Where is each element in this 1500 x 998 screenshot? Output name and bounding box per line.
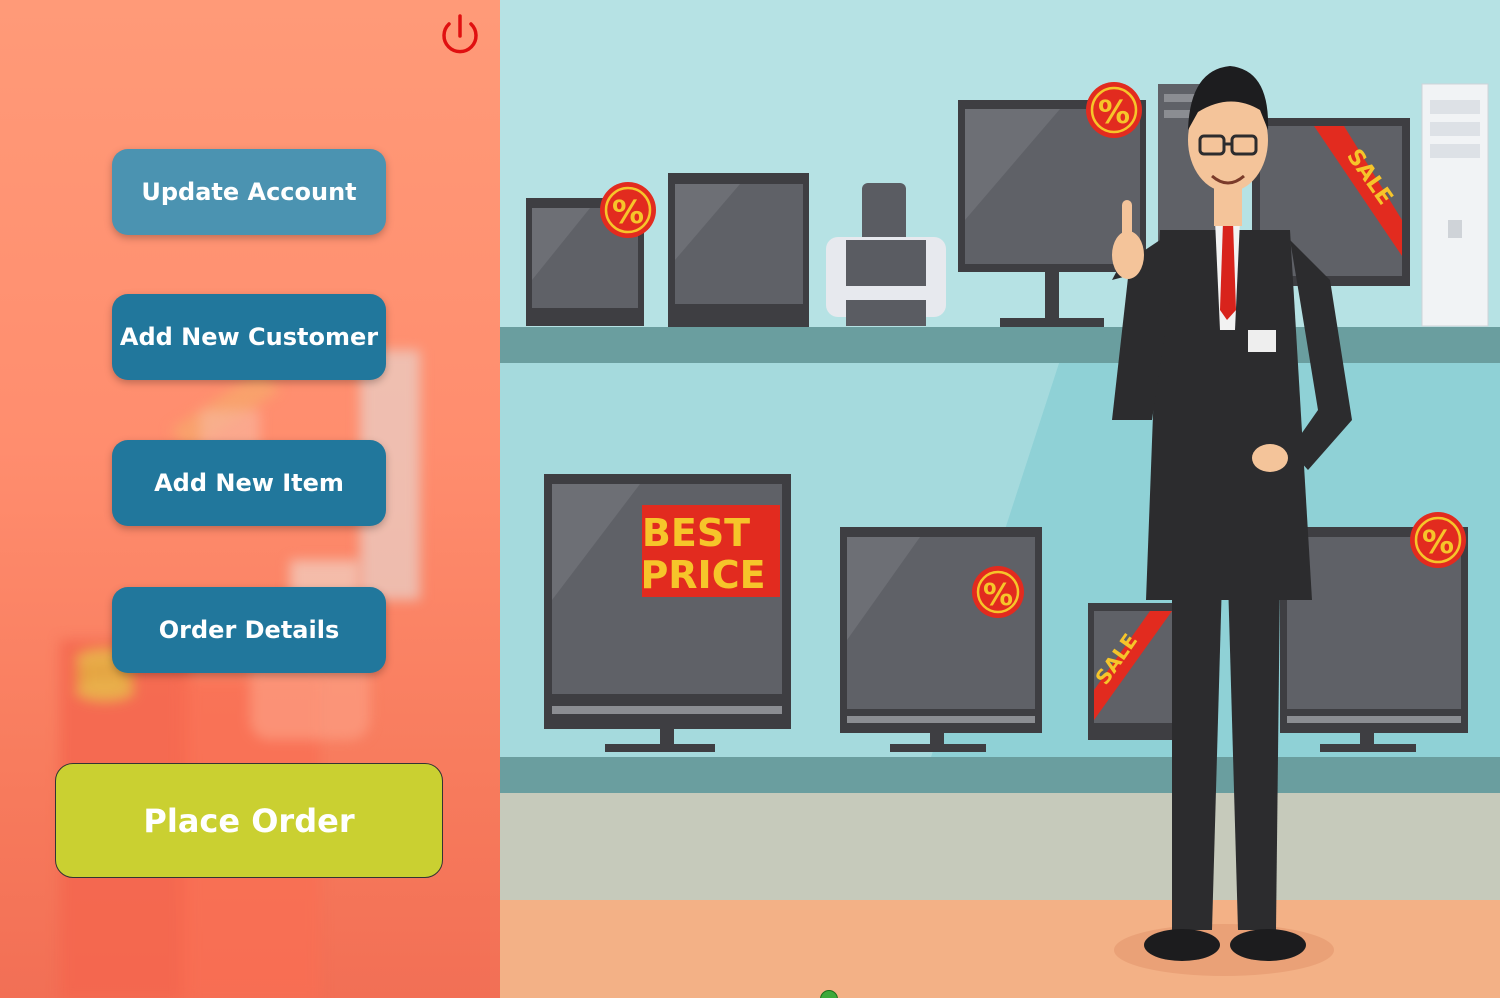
best-price-tv: BEST PRICE xyxy=(544,474,791,752)
add-new-item-button[interactable]: Add New Item xyxy=(112,440,386,526)
top-shelf xyxy=(500,327,1500,363)
percent-badge-label: % xyxy=(612,193,644,231)
percent-badge-label: % xyxy=(983,578,1013,613)
percent-badge-label: % xyxy=(1098,93,1130,131)
percent-badge: % xyxy=(1086,82,1142,138)
order-details-button[interactable]: Order Details xyxy=(112,587,386,673)
monitor-box xyxy=(668,173,809,327)
best-price-label: PRICE xyxy=(640,553,765,597)
bottom-shelf xyxy=(500,757,1500,793)
place-order-button[interactable]: Place Order xyxy=(55,763,443,878)
add-new-customer-button[interactable]: Add New Customer xyxy=(112,294,386,380)
power-icon[interactable] xyxy=(436,12,484,60)
percent-badge: % xyxy=(600,182,656,238)
menu-panel: Update Account Add New Customer Add New … xyxy=(0,0,500,998)
best-price-label: BEST xyxy=(642,511,750,555)
small-sale-tv: SALE xyxy=(1088,603,1178,740)
store-illustration: % % SALE BEST PRICE % SALE % xyxy=(500,0,1500,998)
update-account-button[interactable]: Update Account xyxy=(112,149,386,235)
floor-reflection xyxy=(500,790,1500,900)
tv-percent: % xyxy=(840,527,1042,752)
percent-badge-label: % xyxy=(1422,523,1454,561)
white-tower xyxy=(1421,83,1489,327)
